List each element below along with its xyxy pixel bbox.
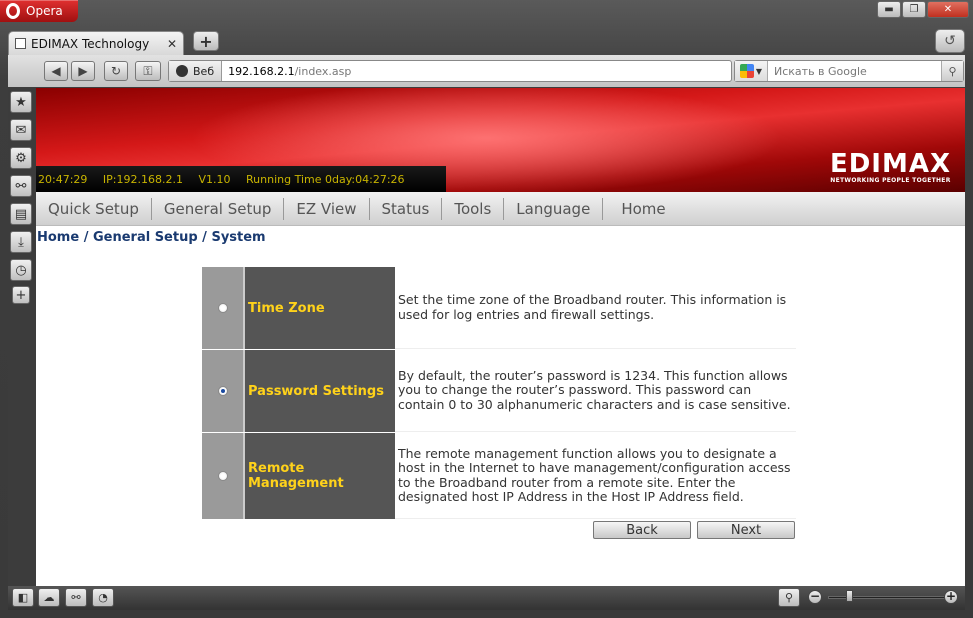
zoom-out-icon[interactable]: − bbox=[808, 590, 822, 604]
close-window-icon[interactable]: ✕ bbox=[927, 1, 969, 18]
address-web-label: Веб bbox=[193, 64, 215, 78]
bookmarks-star-icon[interactable]: ★ bbox=[10, 91, 32, 113]
password-settings-radio[interactable] bbox=[217, 386, 228, 396]
opera-menu-label: Opera bbox=[26, 4, 63, 18]
zoom-in-icon[interactable]: + bbox=[944, 590, 958, 604]
router-main-menu: Quick Setup General Setup EZ View Status… bbox=[36, 192, 965, 226]
address-path: /index.asp bbox=[294, 64, 352, 78]
window-controls: ▬ ❐ ✕ bbox=[877, 1, 969, 18]
google-icon bbox=[739, 64, 754, 78]
tab-title: EDIMAX Technology bbox=[31, 36, 150, 51]
tab-edimax[interactable]: EDIMAX Technology ✕ bbox=[8, 31, 184, 55]
history-clock-icon[interactable]: ◷ bbox=[10, 259, 32, 281]
option-radio-cell bbox=[202, 350, 245, 432]
zoom-slider-handle[interactable] bbox=[846, 590, 853, 602]
panel-toggle-icon[interactable]: ◧ bbox=[12, 588, 34, 607]
time-zone-radio[interactable] bbox=[217, 303, 228, 313]
breadcrumb: Home / General Setup / System bbox=[37, 230, 266, 245]
option-row-time-zone[interactable]: Time Zone Set the time zone of the Broad… bbox=[202, 267, 796, 349]
option-row-remote-management[interactable]: Remote Management The remote management … bbox=[202, 433, 796, 519]
address-host: 192.168.2.1 bbox=[228, 64, 295, 78]
option-radio-cell bbox=[202, 267, 245, 349]
option-label[interactable]: Password Settings bbox=[245, 350, 395, 432]
menu-tools[interactable]: Tools bbox=[442, 197, 505, 220]
globe-icon bbox=[176, 65, 188, 77]
opera-logo-icon bbox=[6, 3, 20, 19]
browser-window: Opera ▬ ❐ ✕ EDIMAX Technology ✕ + ↺ ◀ ▶ … bbox=[0, 0, 973, 618]
menu-general-setup[interactable]: General Setup bbox=[152, 197, 285, 220]
opera-menu-button[interactable]: Opera bbox=[0, 0, 78, 22]
remote-management-radio[interactable] bbox=[217, 471, 228, 481]
page-viewport: 20:47:29 IP:192.168.2.1 V1.10 Running Ti… bbox=[36, 88, 965, 586]
system-options-table: Time Zone Set the time zone of the Broad… bbox=[202, 267, 796, 520]
back-arrow-icon[interactable]: ◀ bbox=[44, 61, 68, 81]
address-web-badge[interactable]: Веб bbox=[169, 61, 223, 81]
search-box[interactable]: ▼ Искать в Google ⚲ bbox=[734, 60, 964, 82]
router-time: 20:47:29 bbox=[38, 173, 88, 186]
downloads-icon[interactable]: ⤓ bbox=[10, 231, 32, 253]
reload-icon[interactable]: ↻ bbox=[104, 61, 128, 81]
menu-home[interactable]: Home bbox=[603, 198, 677, 220]
tab-close-icon[interactable]: ✕ bbox=[167, 37, 177, 51]
search-input[interactable]: Искать в Google bbox=[768, 65, 941, 78]
menu-ez-view[interactable]: EZ View bbox=[284, 197, 370, 220]
gear-icon[interactable]: ⚙ bbox=[10, 147, 32, 169]
unite-share-icon[interactable]: ⚯ bbox=[10, 175, 32, 197]
status-bar: ◧ ☁ ⚯ ◔ ⚲ − + bbox=[8, 586, 965, 610]
minimize-icon[interactable]: ▬ bbox=[877, 1, 901, 18]
router-ip: IP:192.168.2.1 bbox=[102, 173, 183, 186]
logo-tagline: NETWORKING PEOPLE TOGETHER bbox=[830, 177, 951, 184]
title-bar: Opera ▬ ❐ ✕ bbox=[0, 0, 973, 26]
new-tab-button[interactable]: + bbox=[193, 31, 219, 51]
back-button[interactable]: Back bbox=[593, 521, 691, 539]
search-engine-selector[interactable]: ▼ bbox=[735, 61, 768, 81]
option-label[interactable]: Time Zone bbox=[245, 267, 395, 349]
notes-icon[interactable]: ▤ bbox=[10, 203, 32, 225]
mail-icon[interactable]: ✉ bbox=[10, 119, 32, 141]
turbo-gauge-icon[interactable]: ◔ bbox=[92, 588, 114, 607]
wand-key-icon[interactable]: ⚿ bbox=[135, 61, 161, 81]
menu-quick-setup[interactable]: Quick Setup bbox=[36, 197, 152, 220]
next-button[interactable]: Next bbox=[697, 521, 795, 539]
panel-sidebar: ★ ✉ ⚙ ⚯ ▤ ⤓ ◷ + bbox=[8, 88, 36, 586]
option-description: By default, the router’s password is 123… bbox=[395, 350, 796, 432]
search-icon[interactable]: ⚲ bbox=[941, 61, 963, 81]
opera-unite-cloud-icon[interactable]: ☁ bbox=[38, 588, 60, 607]
edimax-logo: EDIMAX NETWORKING PEOPLE TOGETHER bbox=[830, 151, 951, 184]
navigation-toolbar: ◀ ▶ ↻ ⚿ Веб 192.168.2.1/index.asp ▼ Иска… bbox=[8, 55, 965, 87]
option-radio-cell bbox=[202, 433, 245, 519]
chevron-down-icon: ▼ bbox=[755, 66, 763, 76]
address-url[interactable]: 192.168.2.1/index.asp bbox=[222, 65, 351, 78]
opera-link-icon[interactable]: ⚯ bbox=[65, 588, 87, 607]
option-description: The remote management function allows yo… bbox=[395, 433, 796, 519]
option-description: Set the time zone of the Broadband route… bbox=[395, 267, 796, 349]
menu-status[interactable]: Status bbox=[370, 197, 443, 220]
add-panel-icon[interactable]: + bbox=[12, 286, 30, 304]
logo-text: EDIMAX bbox=[829, 149, 951, 179]
menu-language[interactable]: Language bbox=[504, 197, 604, 220]
option-label[interactable]: Remote Management bbox=[245, 433, 395, 519]
router-status-line: 20:47:29 IP:192.168.2.1 V1.10 Running Ti… bbox=[38, 173, 417, 186]
zoom-magnifier-icon[interactable]: ⚲ bbox=[778, 588, 800, 607]
maximize-icon[interactable]: ❐ bbox=[902, 1, 926, 18]
page-favicon-icon bbox=[15, 38, 26, 49]
forward-arrow-icon[interactable]: ▶ bbox=[71, 61, 95, 81]
address-bar[interactable]: Веб 192.168.2.1/index.asp bbox=[168, 60, 732, 82]
running-time: Running Time 0day:04:27:26 bbox=[246, 173, 405, 186]
option-row-password[interactable]: Password Settings By default, the router… bbox=[202, 350, 796, 432]
firmware-version: V1.10 bbox=[198, 173, 231, 186]
closed-tabs-icon[interactable]: ↺ bbox=[935, 29, 965, 53]
